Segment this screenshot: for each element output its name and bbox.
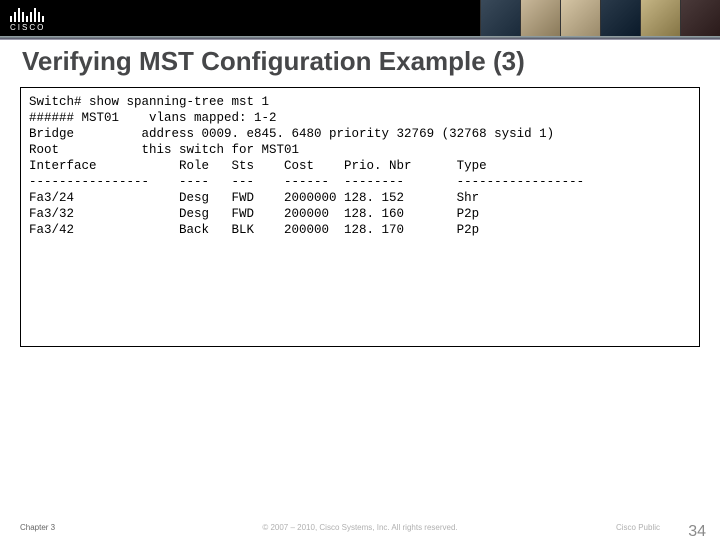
terminal-line: Bridge address 0009. e845. 6480 priority… xyxy=(29,127,554,141)
terminal-line: Fa3/24 Desg FWD 2000000 128. 152 Shr xyxy=(29,191,479,205)
cisco-logo-text: CISCO xyxy=(10,23,45,32)
footer-copyright: © 2007 – 2010, Cisco Systems, Inc. All r… xyxy=(262,523,457,532)
terminal-line: Fa3/42 Back BLK 200000 128. 170 P2p xyxy=(29,223,479,237)
header-photo xyxy=(480,0,520,36)
header-underbar xyxy=(0,36,720,40)
terminal-line: Switch# show spanning-tree mst 1 xyxy=(29,95,269,109)
terminal-line: ---------------- ---- --- ------ -------… xyxy=(29,175,584,189)
terminal-line: ###### MST01 vlans mapped: 1-2 xyxy=(29,111,277,125)
header-photo xyxy=(680,0,720,36)
footer-publication: Cisco Public xyxy=(616,523,660,532)
header-photo-strip xyxy=(480,0,720,36)
footer: Chapter 3 © 2007 – 2010, Cisco Systems, … xyxy=(0,523,720,532)
footer-chapter: Chapter 3 xyxy=(20,523,55,532)
header-photo xyxy=(600,0,640,36)
header-bar: CISCO xyxy=(0,0,720,36)
slide-title: Verifying MST Configuration Example (3) xyxy=(22,46,720,77)
header-photo xyxy=(560,0,600,36)
terminal-line: Root this switch for MST01 xyxy=(29,143,299,157)
cisco-logo: CISCO xyxy=(10,4,45,32)
terminal-line: Interface Role Sts Cost Prio. Nbr Type xyxy=(29,159,487,173)
header-photo xyxy=(640,0,680,36)
cisco-logo-bars xyxy=(10,4,45,22)
header-photo xyxy=(520,0,560,36)
terminal-output: Switch# show spanning-tree mst 1 ###### … xyxy=(20,87,700,347)
page-number: 34 xyxy=(688,523,706,541)
terminal-line: Fa3/32 Desg FWD 200000 128. 160 P2p xyxy=(29,207,479,221)
